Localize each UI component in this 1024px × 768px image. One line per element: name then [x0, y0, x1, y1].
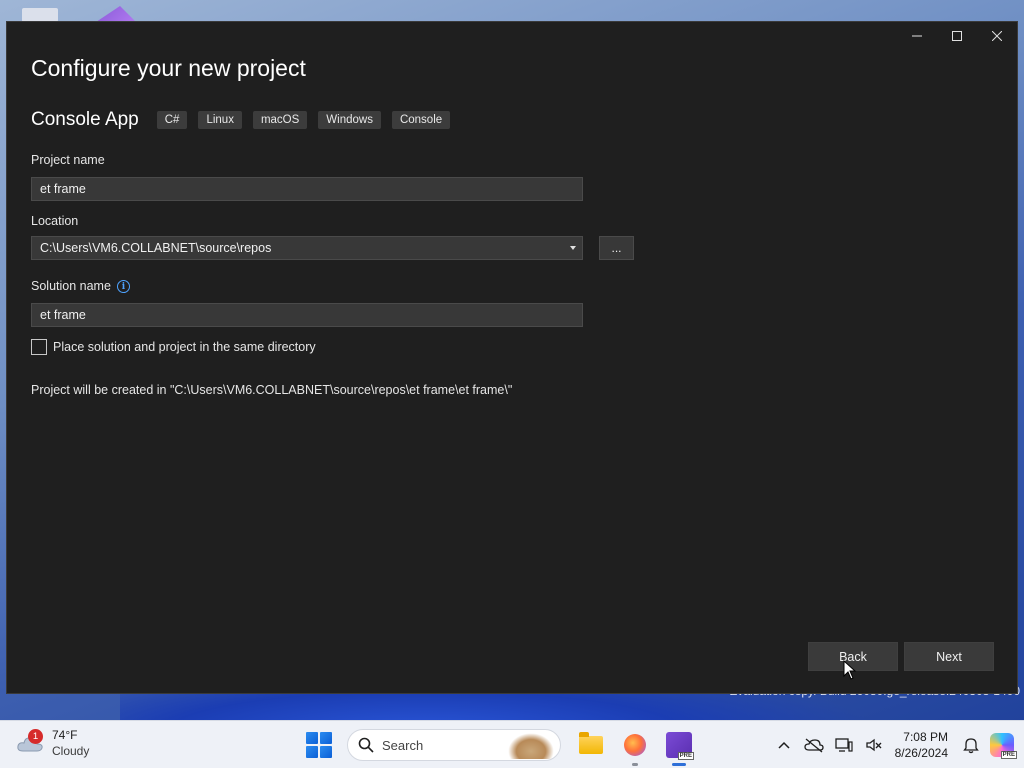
chevron-down-icon[interactable] [570, 246, 576, 250]
taskbar-apps: Search PRE [305, 727, 705, 766]
same-directory-option[interactable]: Place solution and project in the same d… [31, 339, 316, 355]
bell-icon [963, 738, 979, 754]
network-button[interactable] [829, 730, 859, 760]
project-name-value: et frame [40, 182, 86, 196]
taskbar: 1 74°F Cloudy Search PRE 7:08 PM 8/26/20… [0, 720, 1024, 768]
info-icon[interactable]: i [116, 280, 130, 294]
search-highlight-image [508, 733, 554, 759]
taskbar-search[interactable]: Search [347, 729, 561, 761]
clock-time: 7:08 PM [903, 730, 948, 744]
project-name-input[interactable]: et frame [31, 177, 583, 201]
solution-name-label: Solution name i [31, 279, 130, 294]
tag-platform-linux: Linux [198, 111, 242, 129]
onedrive-button[interactable] [799, 730, 829, 760]
template-header: Console App C# Linux macOS Windows Conso… [31, 109, 461, 131]
maximize-button[interactable] [937, 22, 977, 50]
visual-studio-button[interactable]: PRE [661, 727, 697, 766]
location-label: Location [31, 214, 79, 228]
volume-muted-icon [865, 738, 882, 752]
desktop-icon[interactable] [22, 8, 58, 22]
network-icon [834, 738, 853, 752]
file-explorer-button[interactable] [573, 727, 609, 763]
search-icon [358, 737, 374, 753]
template-name: Console App [31, 109, 139, 130]
volume-button[interactable] [859, 730, 889, 760]
solution-name-value: et frame [40, 308, 86, 322]
tag-project-type: Console [391, 111, 451, 129]
notification-badge: 1 [28, 729, 43, 744]
solution-name-input[interactable]: et frame [31, 303, 583, 327]
location-value: C:\Users\VM6.COLLABNET\source\repos [40, 241, 272, 255]
clock-date: 8/26/2024 [894, 746, 948, 760]
chevron-up-icon [778, 741, 790, 749]
tag-language: C# [156, 111, 188, 129]
cloudy-weather-icon: 1 [16, 729, 46, 755]
system-tray: 7:08 PM 8/26/2024 PRE [769, 721, 1024, 768]
browse-location-button[interactable]: ... [599, 236, 634, 260]
tag-platform-macos: macOS [252, 111, 308, 129]
weather-widget[interactable]: 1 74°F Cloudy [16, 727, 89, 759]
copilot-icon[interactable]: PRE [990, 733, 1017, 759]
maximize-icon [952, 31, 962, 41]
window-controls [897, 22, 1017, 50]
folder-icon [579, 732, 603, 754]
same-directory-label[interactable]: Place solution and project in the same d… [53, 340, 316, 354]
firefox-icon [624, 734, 646, 756]
preview-badge: PRE [1000, 751, 1017, 759]
start-icon[interactable] [305, 731, 333, 759]
desktop-icon[interactable] [96, 6, 136, 22]
preview-badge: PRE [677, 752, 694, 760]
close-button[interactable] [977, 22, 1017, 50]
configure-project-dialog: Configure your new project Console App C… [6, 21, 1018, 694]
cloud-offline-icon [803, 738, 824, 753]
visual-studio-preview-icon: PRE [666, 732, 694, 760]
show-hidden-icons-button[interactable] [769, 730, 799, 760]
solution-name-label-text: Solution name [31, 279, 111, 293]
mouse-cursor-icon [843, 660, 857, 680]
tag-platform-windows: Windows [318, 111, 381, 129]
page-title: Configure your new project [31, 55, 306, 81]
close-icon [992, 31, 1002, 41]
next-button[interactable]: Next [904, 642, 994, 671]
minimize-icon [912, 35, 922, 37]
search-placeholder: Search [382, 737, 424, 753]
project-name-label: Project name [31, 153, 105, 167]
clock[interactable]: 7:08 PM 8/26/2024 [895, 729, 948, 761]
minimize-button[interactable] [897, 22, 937, 50]
same-directory-checkbox[interactable] [31, 339, 47, 355]
weather-condition: Cloudy [52, 744, 90, 758]
location-combobox[interactable]: C:\Users\VM6.COLLABNET\source\repos [31, 236, 583, 260]
firefox-button[interactable] [617, 727, 653, 766]
notifications-button[interactable] [956, 730, 986, 760]
project-location-summary: Project will be created in "C:\Users\VM6… [31, 383, 513, 397]
weather-temperature: 74°F [52, 728, 78, 742]
